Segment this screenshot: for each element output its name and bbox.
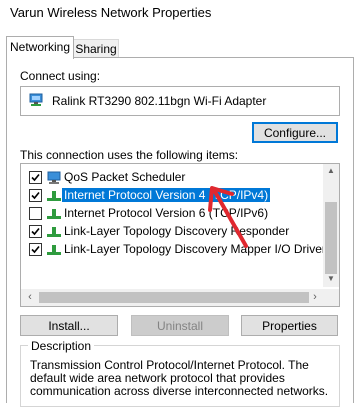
window-title: Varun Wireless Network Properties: [10, 5, 212, 20]
protocol-icon: [47, 227, 61, 237]
network-adapter-icon: [29, 93, 43, 106]
check-icon: [31, 191, 40, 200]
ipv4-checkbox[interactable]: [29, 189, 42, 202]
configure-button[interactable]: Configure...: [252, 122, 338, 143]
annotation-arrow-icon: [208, 186, 248, 248]
service-icon: [47, 171, 61, 184]
qos-checkbox[interactable]: [29, 171, 42, 184]
scroll-right-icon[interactable]: ›: [307, 291, 323, 303]
vertical-scrollbar[interactable]: ▲ ▼: [323, 164, 339, 287]
scroll-up-icon[interactable]: ▲: [323, 166, 339, 175]
adapter-name: Ralink RT3290 802.11bgn Wi-Fi Adapter: [52, 94, 267, 108]
check-icon: [31, 173, 40, 182]
components-list[interactable]: QoS Packet Scheduler Internet Protocol V…: [20, 163, 340, 307]
items-label: This connection uses the following items…: [20, 148, 239, 162]
properties-button[interactable]: Properties: [241, 315, 338, 336]
install-button[interactable]: Install...: [20, 315, 118, 336]
scroll-down-icon[interactable]: ▼: [323, 274, 339, 283]
protocol-icon: [47, 191, 61, 201]
uninstall-button[interactable]: Uninstall: [131, 315, 229, 336]
adapter-field: Ralink RT3290 802.11bgn Wi-Fi Adapter: [20, 86, 340, 116]
protocol-icon: [47, 209, 61, 219]
ipv6-checkbox[interactable]: [29, 207, 42, 220]
horizontal-scroll-thumb[interactable]: [39, 292, 309, 303]
connect-using-label: Connect using:: [20, 69, 101, 83]
scroll-left-icon[interactable]: ‹: [22, 291, 38, 303]
tab-strip: Networking Sharing: [0, 36, 359, 59]
vertical-scroll-thumb[interactable]: [325, 202, 337, 274]
horizontal-scrollbar[interactable]: ‹ ›: [21, 289, 339, 306]
description-text: Transmission Control Protocol/Internet P…: [30, 358, 329, 398]
check-icon: [31, 227, 40, 236]
tab-networking[interactable]: Networking: [6, 36, 74, 59]
description-title: Description: [28, 339, 95, 353]
tab-sharing[interactable]: Sharing: [73, 39, 119, 59]
protocol-icon: [47, 245, 61, 255]
list-item-label: Link-Layer Topology Discovery Mapper I/O…: [64, 242, 326, 256]
lltd-mapper-checkbox[interactable]: [29, 243, 42, 256]
lltd-responder-checkbox[interactable]: [29, 225, 42, 238]
check-icon: [31, 245, 40, 254]
list-item-label: QoS Packet Scheduler: [64, 170, 186, 184]
